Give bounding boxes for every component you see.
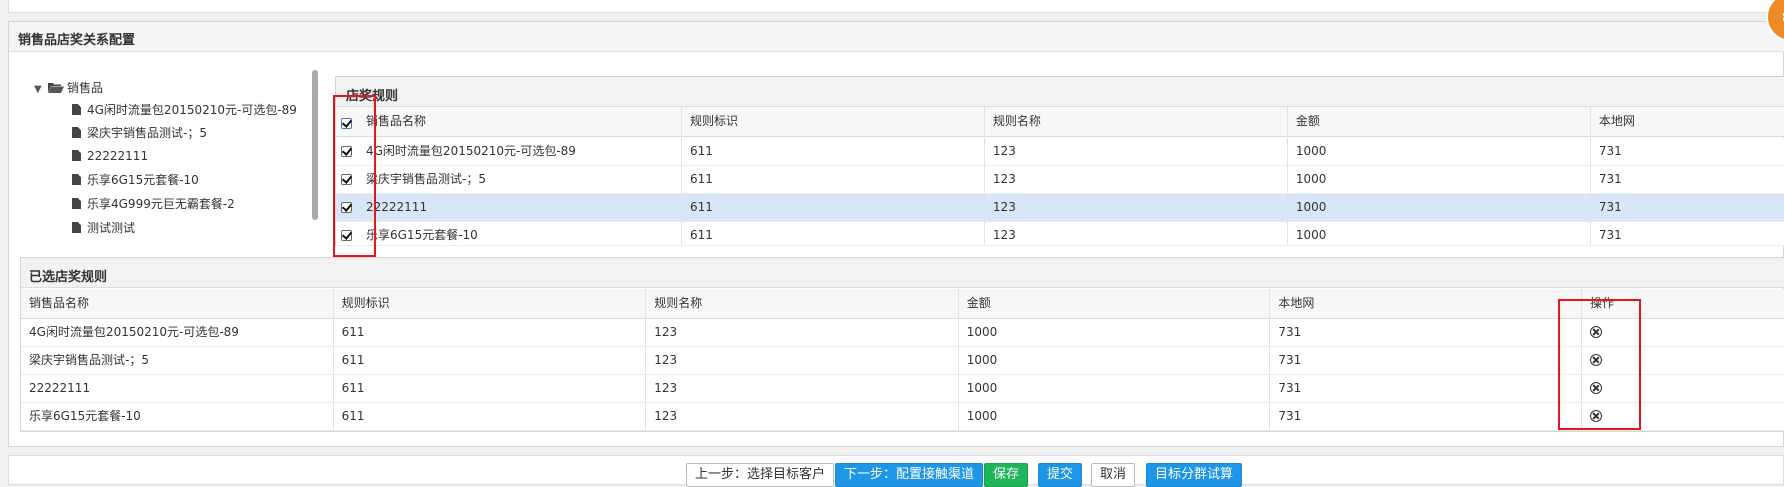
column-header-rule-id[interactable]: 规则标识: [334, 289, 647, 318]
table-row: 22222111 611 123 1000 731: [21, 375, 1784, 403]
cell-amount: 1000: [1288, 194, 1591, 221]
table-row: 梁庆宇销售品测试-；5 611 123 1000 731: [21, 347, 1784, 375]
column-header-rule-name[interactable]: 规则名称: [985, 107, 1288, 136]
action-highlight-box: [1558, 299, 1641, 430]
tree-root-node[interactable]: ▼ 销售品: [34, 77, 103, 99]
file-icon: [72, 198, 81, 209]
cell-rule-id: 611: [682, 166, 985, 193]
cell-rule-id: 611: [334, 403, 647, 430]
table-row[interactable]: 乐享6G15元套餐-10 611 123 1000 731: [336, 222, 1784, 246]
cell-rule-id: 611: [682, 138, 985, 165]
column-header-amount[interactable]: 金额: [1288, 107, 1591, 136]
column-header-amount[interactable]: 金额: [959, 289, 1271, 318]
cell-amount: 1000: [1288, 166, 1591, 193]
cell-local-network: 731: [1598, 144, 1622, 158]
cell-rule-id: 611: [334, 375, 647, 402]
cell-rule-name: 123: [646, 375, 959, 402]
tree-item-label: 梁庆宇销售品测试-；5: [87, 126, 207, 140]
file-icon: [72, 150, 81, 161]
cell-rule-name: 123: [985, 194, 1288, 221]
table-row[interactable]: 4G闲时流量包20150210元-可选包-89 611 123 1000 731: [336, 138, 1784, 166]
cell-amount: 1000: [959, 319, 1271, 346]
cell-local-network: 731: [1598, 172, 1622, 186]
previous-panel-edge: [8, 0, 1784, 13]
trial-calc-button[interactable]: 目标分群试算: [1146, 463, 1243, 487]
tree-item[interactable]: 梁庆宇销售品测试-；5: [72, 122, 207, 144]
tree-item[interactable]: 22222111: [72, 145, 148, 167]
file-icon: [72, 127, 81, 138]
cell-amount: 1000: [1288, 222, 1591, 245]
column-header-rule-id[interactable]: 规则标识: [682, 107, 985, 136]
cell-local-network: 731: [1270, 347, 1583, 374]
tree-item-label: 测试测试: [87, 221, 136, 235]
cell-rule-id: 611: [682, 222, 985, 245]
file-icon: [72, 222, 81, 233]
tree-item[interactable]: 4G闲时流量包20150210元-可选包-89: [72, 99, 297, 121]
table-row[interactable]: 梁庆宇销售品测试-；5 611 123 1000 731: [336, 166, 1784, 194]
cell-product-name: 梁庆宇销售品测试-；5: [336, 166, 682, 193]
cell-rule-name: 123: [985, 222, 1288, 245]
table-row: 4G闲时流量包20150210元-可选包-89 611 123 1000 731: [21, 319, 1784, 347]
cell-product-name: 4G闲时流量包20150210元-可选包-89: [336, 138, 682, 165]
cell-rule-id: 611: [334, 319, 647, 346]
cell-local-network: 731: [1598, 228, 1622, 242]
selected-rules-title: 已选店奖规则: [29, 270, 108, 285]
cell-product-name: 梁庆宇销售品测试-；5: [21, 347, 334, 374]
column-header-local-network[interactable]: 本地网: [1591, 107, 1784, 136]
cell-local-network: 731: [1270, 319, 1583, 346]
cell-rule-name: 123: [646, 403, 959, 430]
cell-rule-id: 611: [334, 347, 647, 374]
caret-down-icon[interactable]: ▼: [34, 79, 48, 101]
cell-product-name: 乐享6G15元套餐-10: [336, 222, 682, 245]
tree-item[interactable]: 乐享6G15元套餐-10: [72, 169, 199, 191]
cell-product-name: 22222111: [336, 194, 682, 221]
next-step-button[interactable]: 下一步：配置接触渠道: [835, 463, 984, 487]
column-header-local-network[interactable]: 本地网: [1270, 289, 1583, 318]
file-icon: [72, 104, 81, 115]
column-header-product-name[interactable]: 销售品名称: [21, 289, 334, 318]
selected-column-header: 销售品名称 规则标识 规则名称 金额 本地网 操作: [21, 289, 1784, 319]
tree-item-label: 乐享4G999元巨无霸套餐-2: [87, 197, 235, 211]
save-button[interactable]: 保存: [984, 463, 1029, 487]
file-icon: [72, 174, 81, 185]
prev-step-button[interactable]: 上一步：选择目标客户: [686, 463, 835, 487]
cell-rule-id: 611: [682, 194, 985, 221]
tree-item-label: 4G闲时流量包20150210元-可选包-89: [87, 103, 297, 117]
cell-local-network: 731: [1270, 403, 1583, 430]
rules-panel-header: [336, 77, 1784, 107]
column-header-rule-name[interactable]: 规则名称: [646, 289, 959, 318]
cell-product-name: 4G闲时流量包20150210元-可选包-89: [21, 319, 334, 346]
cell-product-name: 乐享6G15元套餐-10: [21, 403, 334, 430]
tree-item[interactable]: 测试测试: [72, 217, 135, 239]
cell-product-name: 22222111: [21, 375, 334, 402]
cancel-button[interactable]: 取消: [1091, 463, 1136, 487]
cell-amount: 1000: [959, 347, 1271, 374]
folder-open-icon: [48, 78, 64, 93]
cell-rule-name: 123: [985, 138, 1288, 165]
cell-local-network: 731: [1270, 375, 1583, 402]
cell-rule-name: 123: [985, 166, 1288, 193]
submit-button[interactable]: 提交: [1038, 463, 1083, 487]
column-header-product-name[interactable]: 销售品名称: [336, 107, 682, 136]
page-title: 销售品店奖关系配置: [18, 33, 136, 48]
main-panel-header: [9, 22, 1784, 52]
cell-local-network: 731: [1598, 200, 1622, 214]
cell-amount: 1000: [959, 403, 1271, 430]
rules-column-header: 销售品名称 规则标识 规则名称 金额 本地网: [336, 107, 1784, 137]
selected-rules-header: [21, 258, 1784, 288]
cell-rule-name: 123: [646, 319, 959, 346]
cell-amount: 1000: [1288, 138, 1591, 165]
tree-item-label: 22222111: [87, 149, 149, 163]
tree-scrollbar[interactable]: [312, 70, 318, 220]
checkbox-highlight-box: [333, 95, 376, 257]
table-row-selected[interactable]: 22222111 611 123 1000 731: [336, 194, 1784, 222]
tree-root-label: 销售品: [67, 81, 104, 95]
cell-amount: 1000: [959, 375, 1271, 402]
cell-rule-name: 123: [646, 347, 959, 374]
tree-item-label: 乐享6G15元套餐-10: [87, 173, 199, 187]
tree-item[interactable]: 乐享4G999元巨无霸套餐-2: [72, 193, 235, 215]
table-row: 乐享6G15元套餐-10 611 123 1000 731: [21, 403, 1784, 431]
